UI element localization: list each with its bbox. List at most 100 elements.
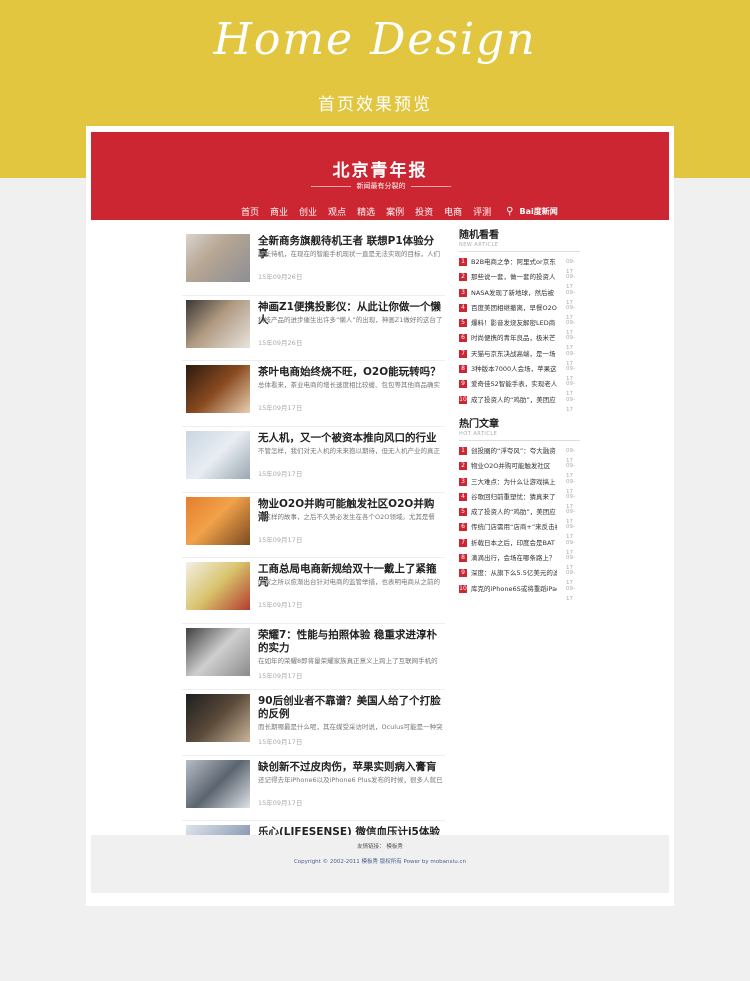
rank-badge: 10	[459, 584, 467, 593]
friend-link[interactable]: 模板秀	[386, 844, 403, 850]
article-summary: 国家之所以愈渐出台针对电商的监管举措，也表明电商从之前的	[258, 578, 440, 587]
hot-list-item[interactable]: 2 物业O2O并购可能触发社区 09-17	[459, 460, 580, 479]
hot-item-title[interactable]: 折戟日本之后，印度会是BAT	[471, 538, 557, 548]
random-list-item[interactable]: 1 B2B电商之争：阿里式or京东 09-17	[459, 256, 580, 275]
article-thumbnail[interactable]	[186, 562, 250, 611]
random-item-title[interactable]: 时尚便携的青年良品，极米芒	[471, 333, 557, 343]
site-logo[interactable]: 北京青年报	[91, 156, 669, 181]
rank-badge: 1	[459, 258, 467, 266]
random-block: 随机看看 NEW ARTICLE 1 B2B电商之争：阿里式or京东 09-17 2 那…	[459, 230, 580, 413]
random-list-item[interactable]: 10 成了投资人的“鸡肋”，美团应 09-17	[459, 394, 580, 413]
article-title[interactable]: 90后创业者不靠谱？美国人给了个打脸的反例	[258, 695, 443, 721]
random-list-item[interactable]: 9 爱奇佳S2智能手表，实现老人 09-17	[459, 378, 580, 397]
random-item-date: 09-17	[566, 396, 575, 413]
article-thumbnail[interactable]	[186, 759, 250, 808]
article-item[interactable]: 神画Z1便携投影仪：从此让你做一个懒人 科技产品的进步催生出许多“懒人”的出现，神…	[182, 296, 445, 362]
nav-item-cases[interactable]: 案例	[386, 205, 404, 218]
article-summary: 不管怎样，我们对无人机的未来抱以期待，但无人机产业的真正	[258, 447, 440, 456]
rank-badge: 4	[459, 303, 467, 312]
random-item-title[interactable]: 百度美团相继撤离，早餐O2O	[471, 303, 557, 313]
nav-item-startup[interactable]: 创业	[299, 205, 317, 218]
article-thumbnail[interactable]	[186, 234, 250, 282]
nav-item-investment[interactable]: 投资	[415, 205, 433, 218]
hot-item-title[interactable]: 物业O2O并购可能触发社区	[471, 461, 557, 471]
nav-item-featured[interactable]: 精选	[357, 205, 375, 218]
copyright: Copyright © 2002-2011 模板秀 版权所有 Power by …	[293, 859, 467, 865]
random-item-title[interactable]: 成了投资人的“鸡肋”，美团应	[471, 395, 557, 405]
random-item-title[interactable]: 那些说一套，做一套的投资人	[471, 272, 557, 282]
article-item[interactable]: 无人机，又一个被资本推向风口的行业不管怎样，我们对无人机的未来抱以期待，但无人机…	[182, 427, 445, 493]
article-title[interactable]: 茶叶电商始终烧不旺，O2O能玩转吗？	[258, 366, 443, 379]
article-thumbnail[interactable]	[186, 693, 250, 742]
article-summary: 总体看来，茶业电商的增长速度相比较缓、包包等其他商品确实	[258, 381, 440, 390]
article-thumbnail[interactable]	[186, 496, 250, 545]
article-item[interactable]: 茶叶电商始终烧不旺，O2O能玩转吗？ 总体看来，茶业电商的增长速度相比较缓、包包等…	[182, 361, 445, 428]
random-item-title[interactable]: NASA发现了新地球，然后被	[471, 288, 557, 298]
search-icon[interactable]: ⚲	[506, 206, 513, 217]
random-item-title[interactable]: 3种版本7000人会场，苹果这	[471, 364, 557, 374]
random-list-item[interactable]: 8 3种版本7000人会场，苹果这 09-17	[459, 363, 580, 382]
nav-item-opinion[interactable]: 观点	[328, 205, 346, 218]
hot-item-date: 09-17	[566, 585, 575, 602]
nav-item-business[interactable]: 商业	[270, 205, 288, 218]
hot-list-item[interactable]: 9 深度：从旗下么5.5亿美元的滤 09-17	[459, 567, 580, 586]
random-item-title[interactable]: B2B电商之争：阿里式or京东	[471, 257, 557, 267]
hot-item-title[interactable]: 传统门店需用“店商+”来反击被	[471, 522, 557, 532]
article-item[interactable]: 90后创业者不靠谱？美国人给了个打脸的反例 而长期哪最是什么呢，其在媒受采访时说，…	[182, 690, 445, 756]
article-thumbnail[interactable]	[186, 299, 250, 348]
sidebar: 随机看看 NEW ARTICLE 1 B2B电商之争：阿里式or京东 09-17 2 那…	[459, 230, 580, 602]
hot-item-title[interactable]: 滴滴出行，会场在哪条路上？	[471, 553, 557, 563]
friend-links: 友情链接： 模板秀	[91, 842, 669, 850]
hot-item-title[interactable]: 谷歌回归前重塑忧：猜真来了	[471, 492, 557, 502]
article-summary: 超长待机，在现在的智能手机现状一直是无法实现的目标，人们	[258, 250, 440, 258]
random-list-item[interactable]: 7 天猫与京东决战高端，是一场 09-17	[459, 348, 580, 367]
article-title[interactable]: 缺创新不过皮肉伤，苹果实则病入膏肓	[258, 761, 443, 774]
nav-item-reviews[interactable]: 评测	[473, 205, 491, 218]
article-date: 15年09月17日	[258, 404, 303, 413]
article-title[interactable]: 荣耀7：性能与拍照体验 稳重求进淳朴的实力	[258, 629, 443, 655]
banner-title: Home Design	[213, 14, 537, 65]
preview-frame: 北京青年报 新闻最有分裂的 首页 商业 创业 观点 精选 案例 投资 电商 评测…	[86, 126, 674, 906]
article-title[interactable]: 无人机，又一个被资本推向风口的行业	[258, 432, 443, 445]
hot-list-item[interactable]: 3 三大难点：为什么让游戏搞上 09-17	[459, 476, 580, 495]
rank-badge: 2	[459, 462, 467, 471]
banner-subtitle: 首页效果预览	[318, 95, 432, 115]
hot-block: 热门文章 HOT ARTICLE 1 创投圈的“浮夸风”：夸大融资 09-17 2 物业…	[459, 419, 580, 602]
random-list-item[interactable]: 6 时尚便携的青年良品，极米芒 09-17	[459, 332, 580, 351]
random-list-item[interactable]: 4 百度美团相继撤离，早餐O2O 09-17	[459, 302, 580, 321]
hot-list-item[interactable]: 1 创投圈的“浮夸风”：夸大融资 09-17	[459, 445, 580, 464]
random-item-title[interactable]: 爆料！影音发烧友解密LED商	[471, 318, 557, 328]
hot-item-title[interactable]: 库克的iPhone6S或将重蹈iPad	[471, 584, 557, 594]
random-list-item[interactable]: 5 爆料！影音发烧友解密LED商 09-17	[459, 317, 580, 336]
rank-badge: 9	[459, 569, 467, 578]
hot-item-title[interactable]: 创投圈的“浮夸风”：夸大融资	[471, 446, 557, 456]
article-item[interactable]: 缺创新不过皮肉伤，苹果实则病入膏肓 还记得去年iPhone6以及iPhone6 P…	[182, 756, 445, 822]
article-item[interactable]: 全新商务旗舰待机王者 联想P1体验分享 超长待机，在现在的智能手机现状一直是无法实…	[182, 230, 445, 296]
hot-list-item[interactable]: 10 库克的iPhone6S或将重蹈iPad 09-17	[459, 583, 580, 602]
hot-item-title[interactable]: 深度：从旗下么5.5亿美元的滤	[471, 568, 557, 578]
hot-list-item[interactable]: 8 滴滴出行，会场在哪条路上？ 09-17	[459, 552, 580, 571]
article-thumbnail[interactable]	[186, 365, 250, 414]
random-list-item[interactable]: 3 NASA发现了新地球，然后被 09-17	[459, 287, 580, 306]
hot-list-item[interactable]: 5 成了投资人的“鸡肋”，美团应 09-17	[459, 506, 580, 525]
article-thumbnail[interactable]	[186, 628, 250, 677]
hot-list-item[interactable]: 6 传统门店需用“店商+”来反击被 09-17	[459, 521, 580, 540]
article-item[interactable]: 物业O2O并购可能触发社区O2O并购潮 像这样的故事，之后不久势必发生在各个O2O…	[182, 493, 445, 559]
random-list-item[interactable]: 2 那些说一套，做一套的投资人 09-17	[459, 271, 580, 290]
hot-list-item[interactable]: 7 折戟日本之后，印度会是BAT 09-17	[459, 537, 580, 556]
article-thumbnail[interactable]	[186, 431, 250, 480]
article-date: 15年09月17日	[258, 798, 303, 807]
hot-item-title[interactable]: 成了投资人的“鸡肋”，美团应	[471, 507, 557, 517]
random-item-title[interactable]: 天猫与京东决战高端，是一场	[471, 349, 557, 359]
random-item-title[interactable]: 爱奇佳S2智能手表，实现老人	[471, 379, 557, 389]
rank-badge: 7	[459, 538, 467, 547]
hot-item-title[interactable]: 三大难点：为什么让游戏搞上	[471, 477, 557, 487]
nav-item-home[interactable]: 首页	[241, 205, 259, 218]
rank-badge: 4	[459, 492, 467, 501]
article-date: 15年09月26日	[258, 338, 303, 347]
hot-list-item[interactable]: 4 谷歌回归前重塑忧：猜真来了 09-17	[459, 491, 580, 510]
article-item[interactable]: 荣耀7：性能与拍照体验 稳重求进淳朴的实力 在如年的荣耀8即将量荣耀家族真正意义上…	[182, 624, 445, 690]
baidu-news-logo[interactable]: Bai度新闻	[519, 206, 557, 217]
article-item[interactable]: 工商总局电商新规给双十一戴上了紧箍咒 国家之所以愈渐出台针对电商的监管举措，也表明…	[182, 558, 445, 625]
nav-item-ecommerce[interactable]: 电商	[444, 205, 462, 218]
